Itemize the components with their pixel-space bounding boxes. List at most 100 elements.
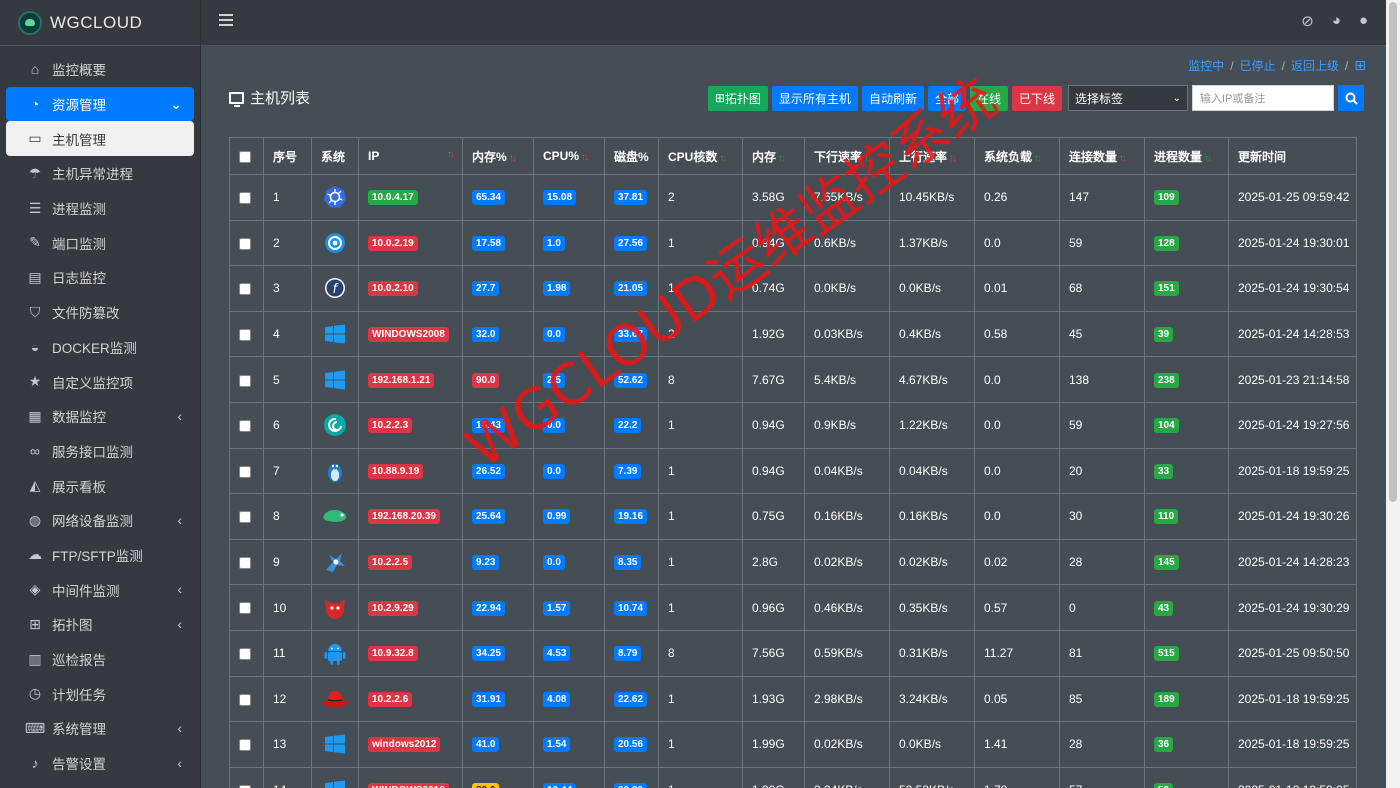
table-header-row: 序号 系统 IP ↑↓ 内存% ↑↓ CPU% ↑↓ 磁盘% CPU核数 ↑↓ 内存 ↑↓ 下行速率 ↑↓ 上… <box>229 137 1357 175</box>
page-scrollbar[interactable] <box>1386 0 1400 788</box>
row-checkbox[interactable] <box>239 328 251 341</box>
windows-icon <box>322 777 348 788</box>
row-checkbox[interactable] <box>239 192 251 205</box>
table-row[interactable]: 11 10.9.32.8 34.25 4.53 8.79 8 7.56G 0.59KB/s 0.… <box>229 629 1357 677</box>
sidebar-item[interactable]: ♪ 告警设置 ‹ <box>6 746 194 781</box>
column-header[interactable]: 下行速率 ↑↓ <box>804 137 890 175</box>
row-checkbox[interactable] <box>239 283 251 296</box>
sort-icon[interactable]: ↑↓ <box>447 149 455 160</box>
breadcrumb-link[interactable]: 已停止 <box>1240 57 1276 74</box>
sort-icon[interactable]: ↑↓ <box>949 153 957 164</box>
search-input[interactable]: 输入IP或备注 <box>1192 85 1334 111</box>
scrollbar-thumb[interactable] <box>1389 2 1397 502</box>
column-header[interactable]: 内存% ↑↓ <box>462 137 534 175</box>
sidebar-item[interactable]: ★ 自定义监控项 <box>6 364 194 399</box>
cell-load: 0.01 <box>984 281 1008 296</box>
row-checkbox[interactable] <box>239 602 251 615</box>
table-row[interactable]: 1 10.0.4.17 65.34 15.08 37.81 2 3.58G 7.65KB/s 1… <box>229 174 1357 221</box>
palette-icon[interactable]: ◕ <box>1332 12 1341 30</box>
column-header[interactable]: CPU% ↑↓ <box>533 137 605 175</box>
sidebar-item-label: 告警设置 <box>52 757 106 773</box>
sidebar-item[interactable]: ✎ 端口监测 <box>6 225 194 260</box>
cell-down: 2.34KB/s <box>814 783 863 788</box>
sort-icon[interactable]: ↑↓ <box>581 152 589 163</box>
column-header[interactable]: 系统负载 ↑↓ <box>974 137 1060 175</box>
row-checkbox[interactable] <box>239 465 251 478</box>
table-row[interactable]: 14 WINDOWS2016 80.0 10.44 30.20 1 1.99G 2.34KB/… <box>229 766 1357 788</box>
button-label: 显示所有主机 <box>778 91 851 106</box>
sidebar-item[interactable]: ▤ 日志监控 <box>6 260 194 295</box>
sidebar-item[interactable]: ⌨ 系统管理 ‹ <box>6 711 194 746</box>
column-header[interactable]: 上行速率 ↑↓ <box>889 137 975 175</box>
sort-icon[interactable]: ↑↓ <box>719 153 727 164</box>
table-row[interactable]: 4 WINDOWS2008 32.0 0.0 33.67 2 1.92G 0.03KB/s 0.… <box>229 310 1357 358</box>
sort-icon[interactable]: ↑↓ <box>864 153 872 164</box>
table-row[interactable]: 6 10.2.2.3 16.43 0.0 22.2 1 0.94G 0.9KB/s 1.22KB… <box>229 401 1357 449</box>
filter-online-button[interactable]: 在线 <box>969 85 1008 111</box>
row-checkbox[interactable] <box>239 556 251 569</box>
search-button[interactable] <box>1338 85 1364 111</box>
table-row[interactable]: 9 10.2.2.5 9.23 0.0 8.35 1 2.8G 0.02KB/s 0.02KB/… <box>229 538 1357 586</box>
user-icon[interactable]: ● <box>1359 12 1368 30</box>
grid-icon[interactable]: ⊞ <box>1354 57 1366 74</box>
table-cell: 0.04KB/s <box>889 447 975 495</box>
table-row[interactable]: 5 192.168.1.21 90.0 2.5 52.62 8 7.67G 5.4KB/s 4.… <box>229 356 1357 403</box>
column-header[interactable]: IP ↑↓ <box>358 137 463 175</box>
sort-icon[interactable]: ↑↓ <box>509 153 517 164</box>
row-checkbox[interactable] <box>239 374 251 387</box>
sidebar-item-label: 数据监控 <box>52 410 106 426</box>
table-row[interactable]: 10 10.2.9.29 22.94 1.57 10.74 1 0.96G 0.46KB/s 0… <box>229 584 1357 631</box>
table-row[interactable]: 8 192.168.20.39 25.64 0.99 19.16 1 0.75G 0.16KB… <box>229 493 1357 540</box>
topology-button[interactable]: ⊞ 拓扑图 <box>707 85 768 111</box>
sidebar-item[interactable]: ▭ 主机管理 <box>6 121 194 157</box>
breadcrumb-separator: / <box>1281 58 1285 73</box>
sidebar-item[interactable]: ◍ 网络设备监测 ‹ <box>6 503 194 538</box>
row-checkbox[interactable] <box>239 420 251 433</box>
sidebar-item[interactable]: ☰ 进程监测 <box>6 191 194 226</box>
bell-slash-icon[interactable]: ⊘ <box>1301 12 1314 30</box>
auto-refresh-button[interactable]: 自动刷新 <box>861 85 924 111</box>
row-checkbox[interactable] <box>239 237 251 250</box>
hamburger-menu-icon[interactable] <box>219 14 233 28</box>
tag-select[interactable]: 选择标签 ⌄ <box>1068 85 1188 111</box>
row-checkbox[interactable] <box>239 693 251 706</box>
table-row[interactable]: 7 10.88.9.19 26.52 0.0 7.39 1 0.94G 0.04KB/s 0.0… <box>229 447 1357 495</box>
select-all-checkbox[interactable] <box>239 150 251 163</box>
sidebar-item[interactable]: ☂ 主机异常进程 <box>6 156 194 191</box>
row-checkbox[interactable] <box>239 648 251 661</box>
sidebar-item[interactable]: ∞ 服务接口监测 <box>6 434 194 469</box>
sidebar-item[interactable]: ◷ 计划任务 <box>6 676 194 711</box>
column-header[interactable]: 内存 ↑↓ <box>742 137 805 175</box>
table-row[interactable]: 12 10.2.2.6 31.91 4.08 22.62 1 1.93G 2.98KB/s 3.… <box>229 675 1357 723</box>
filter-offline-button[interactable]: 已下线 <box>1011 85 1062 111</box>
table-row[interactable]: 13 windows2012 41.0 1.54 20.56 1 1.99G 0.02KB/s… <box>229 721 1357 768</box>
sort-icon[interactable]: ↑↓ <box>1119 153 1127 164</box>
filter-all-button[interactable]: 全部 <box>927 85 966 111</box>
column-header[interactable]: CPU核数 ↑↓ <box>658 137 743 175</box>
brand[interactable]: WGCLOUD <box>0 0 200 46</box>
sidebar-item[interactable]: ◈ 中间件监测 ‹ <box>6 572 194 607</box>
sort-icon[interactable]: ↑↓ <box>1034 153 1042 164</box>
breadcrumb-link[interactable]: 监控中 <box>1188 57 1224 74</box>
sidebar-item[interactable]: ⌂ 监控概要 <box>6 52 194 87</box>
sidebar-item[interactable]: ◔ 资源管理 ⌄ <box>6 86 194 122</box>
sidebar-item[interactable]: ☁ FTP/SFTP监测 <box>6 538 194 573</box>
sort-icon[interactable]: ↑↓ <box>1204 153 1212 164</box>
sidebar-item[interactable]: ⊞ 拓扑图 ‹ <box>6 607 194 642</box>
column-header[interactable] <box>229 137 264 175</box>
column-header[interactable]: 连接数量 ↑↓ <box>1059 137 1145 175</box>
table-row[interactable]: 2 10.0.2.19 17.58 1.0 27.56 1 0.94G 0.6KB/s 1.37… <box>229 219 1357 267</box>
sidebar-item[interactable]: ▥ 巡检报告 <box>6 642 194 677</box>
sidebar-item[interactable]: ⛉ 文件防篡改 <box>6 295 194 330</box>
column-header[interactable]: 进程数量 ↑↓ <box>1144 137 1229 175</box>
row-checkbox[interactable] <box>239 739 251 752</box>
table-row[interactable]: 3 f 10.0.2.10 27.7 1.98 21.05 1 0.74G 0.0KB/s 0.0… <box>229 265 1357 312</box>
sidebar-item[interactable]: ◒ DOCKER监测 <box>6 330 194 365</box>
show-all-hosts-button[interactable]: 显示所有主机 <box>771 85 858 111</box>
sidebar-item[interactable]: ▦ 数据监控 ‹ <box>6 399 194 434</box>
row-checkbox[interactable] <box>239 511 251 524</box>
breadcrumb-link[interactable]: 返回上级 <box>1291 57 1339 74</box>
sort-icon[interactable]: ↑↓ <box>778 153 786 164</box>
sidebar-item[interactable]: ◭ 展示看板 <box>6 468 194 503</box>
table-cell <box>229 219 264 267</box>
